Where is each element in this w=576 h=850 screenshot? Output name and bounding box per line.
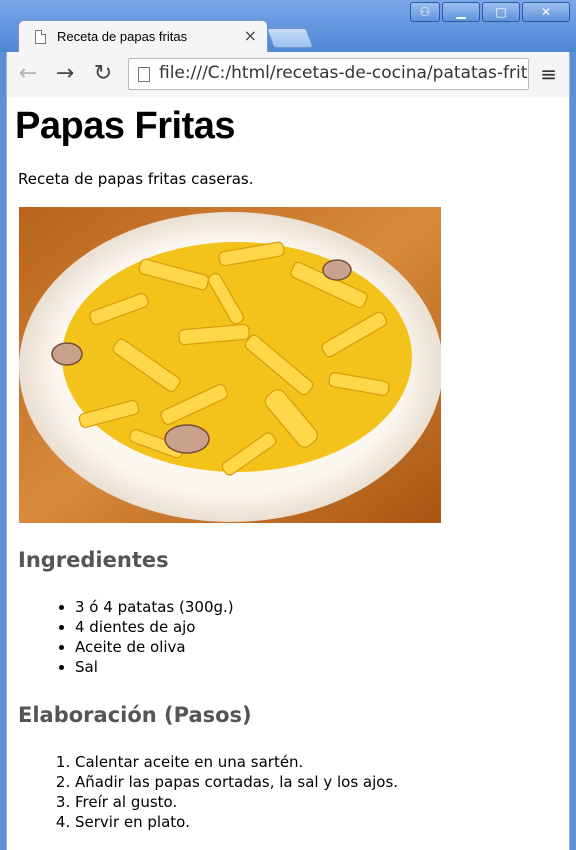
ingredients-list: 3 ó 4 patatas (300g.) 4 dientes de ajo A… [18, 597, 234, 677]
url-text[interactable]: file:///C:/html/recetas-de-cocina/patata… [159, 63, 528, 83]
maximize-button[interactable]: □ [482, 2, 520, 22]
page-title: Papas Fritas [15, 105, 236, 147]
list-item: Calentar aceite en una sartén. [75, 752, 398, 772]
list-item: 4 dientes de ajo [75, 617, 234, 637]
new-tab-button[interactable] [266, 28, 314, 48]
minimize-button[interactable]: ▁ [442, 2, 480, 22]
user-icon[interactable]: ⚇ [410, 2, 440, 22]
title-bar: ⚇ ▁ □ ✕ Receta de papas fritas × [0, 0, 576, 52]
browser-window: ⚇ ▁ □ ✕ Receta de papas fritas × ← → ↻ f… [0, 0, 576, 850]
list-item: Aceite de oliva [75, 637, 234, 657]
steps-list: Calentar aceite en una sartén. Añadir la… [18, 752, 398, 832]
file-icon [138, 67, 150, 82]
window-controls: ⚇ ▁ □ ✕ [410, 2, 570, 22]
page-icon [35, 30, 46, 44]
address-bar[interactable]: file:///C:/html/recetas-de-cocina/patata… [128, 58, 529, 90]
ingredients-heading: Ingredientes [18, 548, 169, 572]
intro-text: Receta de papas fritas caseras. [18, 170, 254, 188]
tab-title: Receta de papas fritas [57, 29, 188, 44]
close-window-button[interactable]: ✕ [522, 2, 570, 22]
list-item: Freír al gusto. [75, 792, 398, 812]
menu-icon[interactable]: ≡ [540, 62, 557, 86]
close-tab-icon[interactable]: × [244, 26, 257, 45]
list-item: Sal [75, 657, 234, 677]
page-content: Papas Fritas Receta de papas fritas case… [6, 97, 570, 850]
forward-arrow-icon[interactable]: → [52, 60, 78, 86]
tab-receta[interactable]: Receta de papas fritas × [18, 20, 268, 52]
list-item: Servir en plato. [75, 812, 398, 832]
reload-icon[interactable]: ↻ [90, 60, 116, 86]
browser-toolbar: ← → ↻ file:///C:/html/recetas-de-cocina/… [6, 52, 570, 97]
list-item: 3 ó 4 patatas (300g.) [75, 597, 234, 617]
recipe-photo [19, 207, 441, 523]
list-item: Añadir las papas cortadas, la sal y los … [75, 772, 398, 792]
back-arrow-icon[interactable]: ← [15, 60, 41, 86]
steps-heading: Elaboración (Pasos) [18, 703, 252, 727]
